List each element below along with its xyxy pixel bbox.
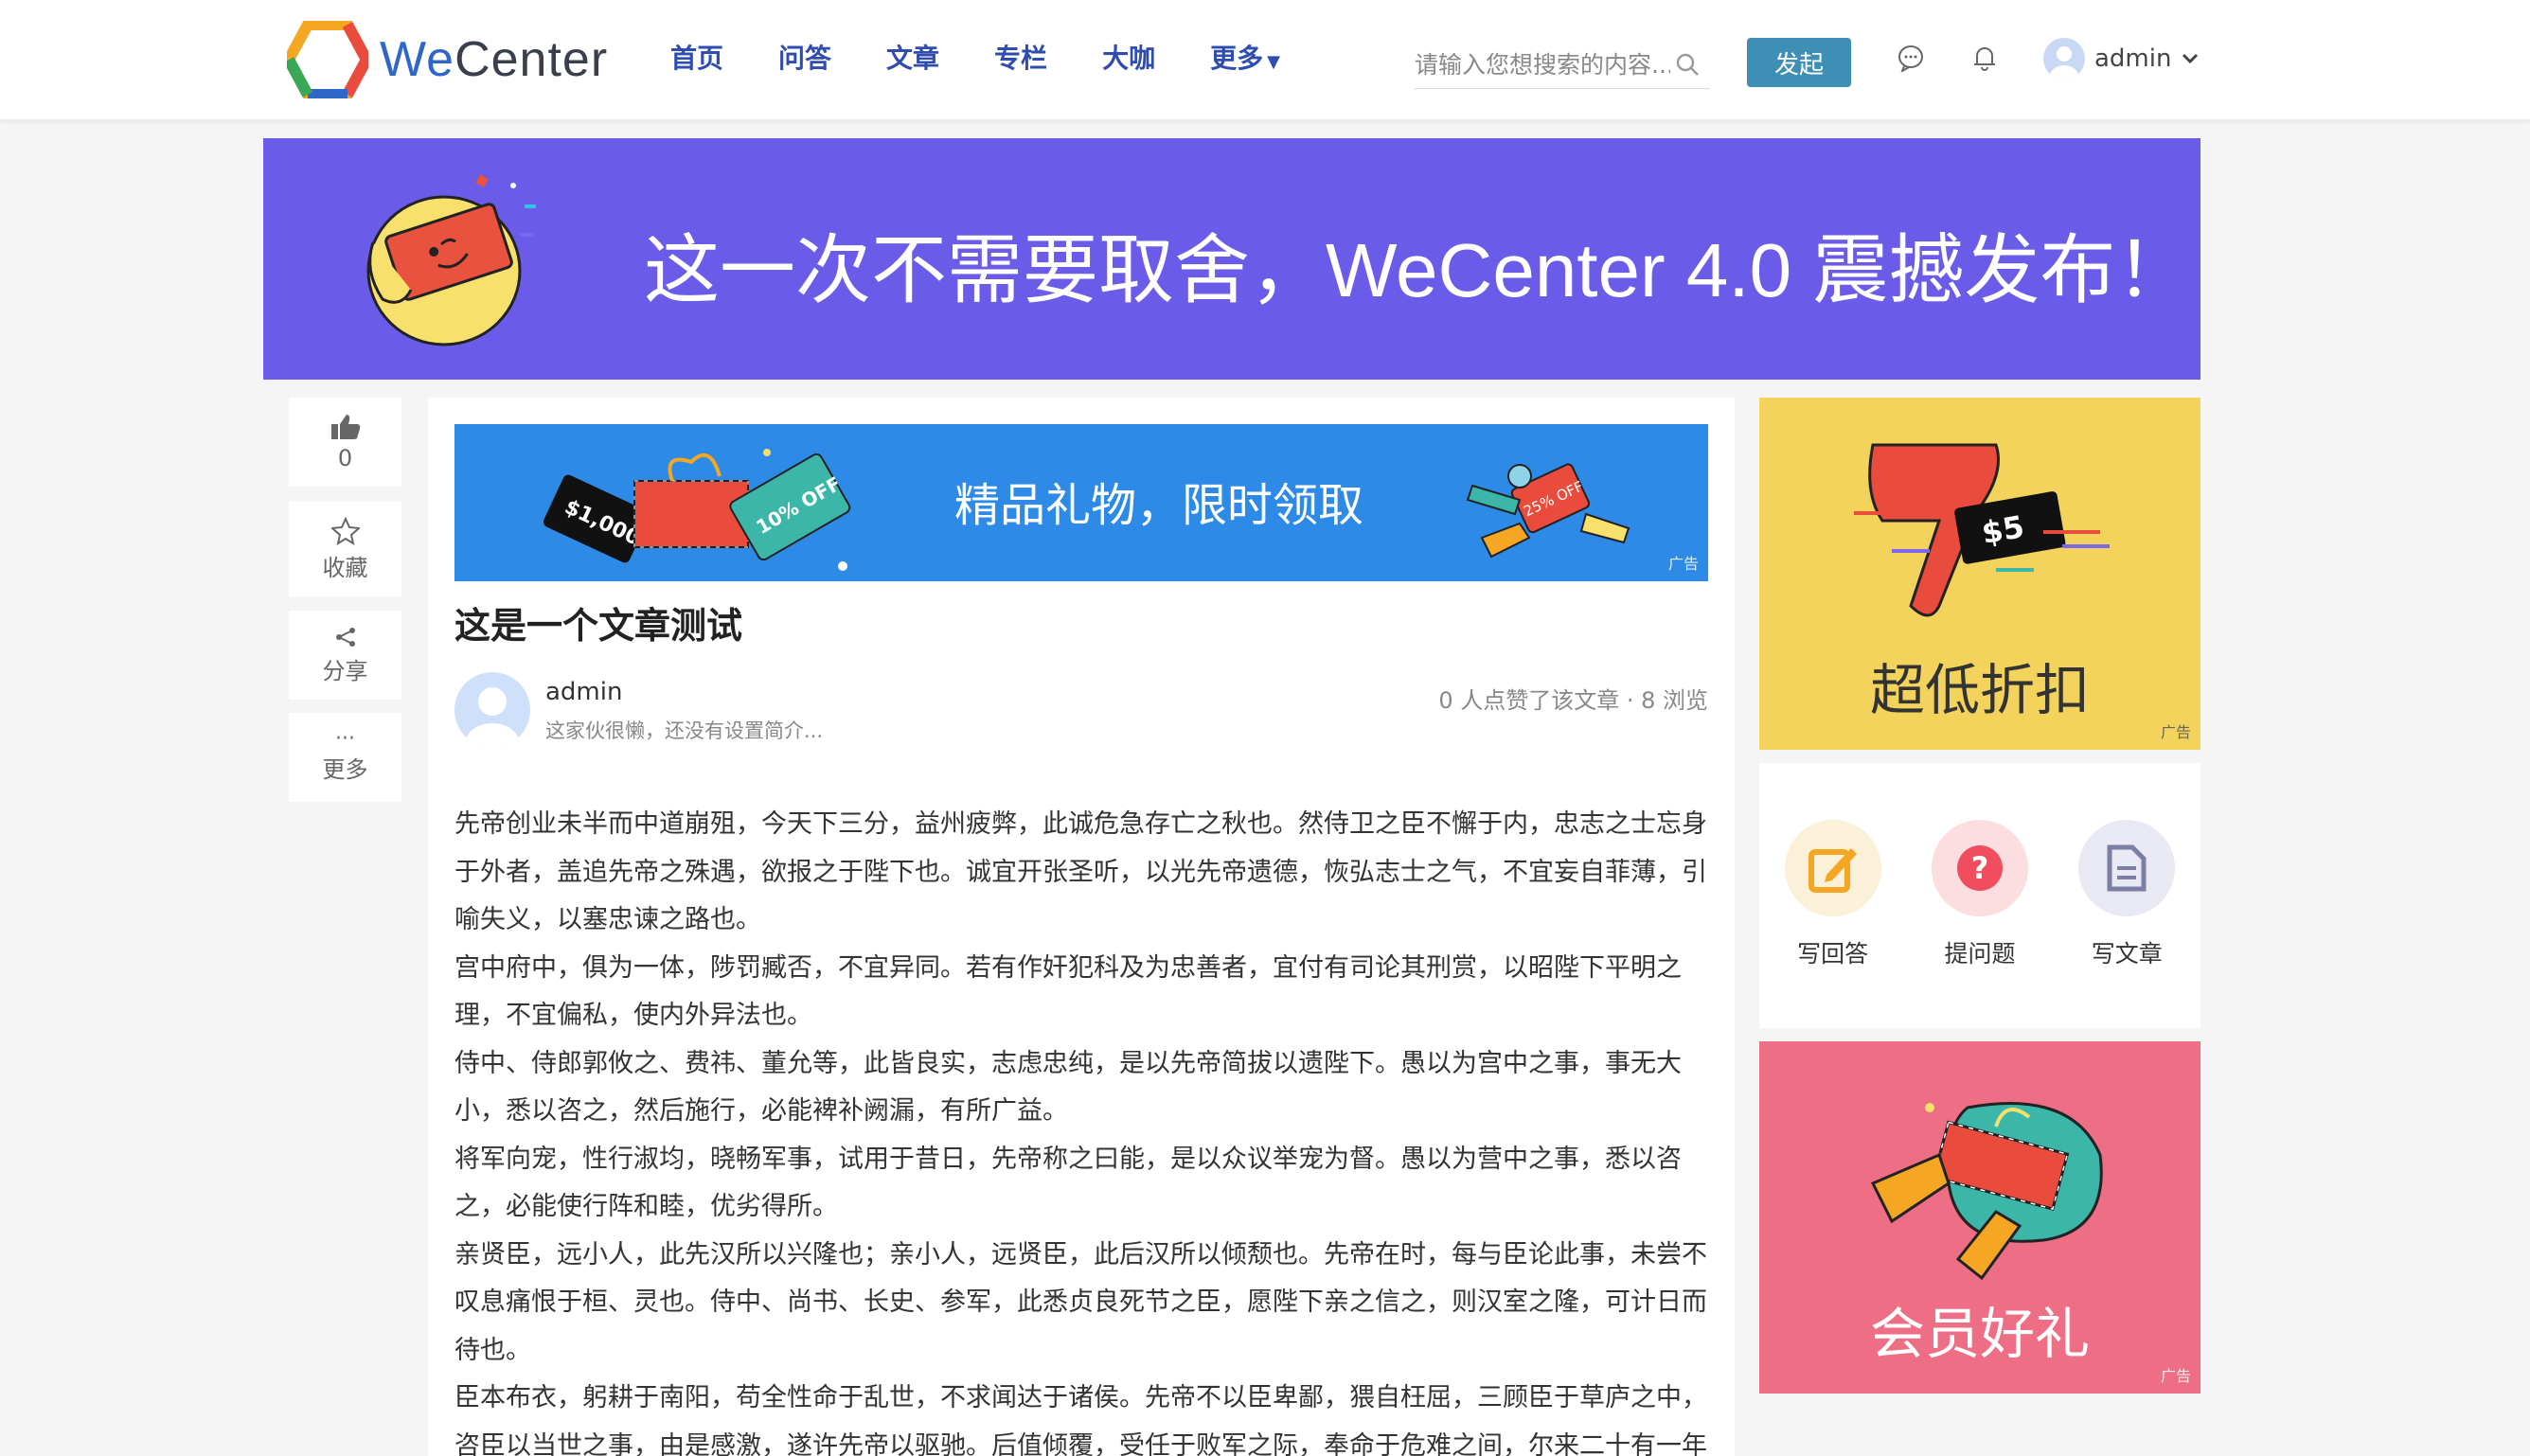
nav-experts[interactable]: 大咖 [1102, 38, 1155, 76]
logo-hexagon-icon [287, 21, 368, 98]
nav-home[interactable]: 首页 [670, 38, 723, 76]
more-label: 更多 [322, 755, 368, 783]
paragraph: 将军向宠，性行淑均，晓畅军事，试用于昔日，先帝称之曰能，是以众议举宠为督。愚以为… [454, 1144, 1682, 1222]
svg-text:?: ? [1971, 850, 1989, 886]
author-name[interactable]: admin [545, 678, 622, 706]
discount-ad-text: 超低折扣 [1869, 658, 2090, 722]
article-body: 先帝创业未半而中道崩殂，今天下三分，益州疲弊，此诚危急存亡之秋也。然侍卫之臣不懈… [454, 801, 1714, 1456]
document-icon [2107, 844, 2147, 892]
ticket-illustration [366, 174, 536, 346]
quick-actions: 写回答 ? 提问题 写文章 [1759, 763, 2200, 1028]
main-nav: 首页 问答 文章 专栏 大咖 更多 ▼ [670, 38, 1335, 76]
ask-question-label: 提问题 [1944, 940, 2016, 968]
discount-illustration: $5 [1854, 443, 2110, 617]
ad-tag: 广告 [1667, 555, 1699, 573]
paragraph: 臣本布衣，躬耕于南阳，苟全性命于乱世，不求闻达于诸侯。先帝不以臣卑鄙，猥自枉屈，… [454, 1383, 1707, 1456]
question-icon-circle: ? [1931, 820, 2028, 916]
paragraph: 亲贤臣，远小人，此先汉所以兴隆也；亲小人，远贤臣，此后汉所以倾颓也。先帝在时，每… [454, 1239, 1707, 1365]
gift-ad-text: 精品礼物，限时领取 [954, 479, 1364, 532]
nav-qa[interactable]: 问答 [778, 38, 831, 76]
write-article-button[interactable]: 写文章 [2060, 820, 2193, 969]
author-avatar[interactable] [454, 672, 530, 748]
share-label: 分享 [322, 657, 368, 684]
like-count: 0 [337, 445, 353, 471]
ask-question-button[interactable]: ? 提问题 [1914, 820, 2046, 969]
top-header: WeCenter 首页 问答 文章 专栏 大咖 更多▼ 发起 admin [0, 0, 2530, 119]
search-input[interactable] [1415, 51, 1670, 79]
write-article-label: 写文章 [2091, 940, 2163, 968]
logo-text: WeCenter [380, 31, 608, 88]
chevron-down-icon [2183, 53, 2199, 64]
more-button[interactable]: ··· 更多 [289, 713, 401, 802]
share-icon [335, 627, 355, 647]
nav-articles[interactable]: 文章 [886, 38, 939, 76]
paragraph: 先帝创业未半而中道崩殂，今天下三分，益州疲弊，此诚危急存亡之秋也。然侍卫之臣不懈… [454, 809, 1707, 934]
nav-more-label: 更多 [1210, 43, 1264, 74]
member-gift-ad[interactable]: 会员好礼 广告 [1759, 1041, 2200, 1394]
caret-down-icon: ▼ [1267, 52, 1280, 72]
member-gift-illustration [1870, 1102, 2103, 1281]
coupon-five: $5 [1979, 508, 2026, 551]
ad-tag: 广告 [2160, 723, 2191, 741]
thumbs-up-icon [330, 415, 360, 439]
collect-label: 收藏 [322, 554, 368, 581]
write-answer-label: 写回答 [1797, 940, 1869, 968]
more-dots-icon: ··· [335, 726, 355, 751]
member-gift-text: 会员好礼 [1869, 1302, 2090, 1366]
username: admin [2094, 44, 2172, 73]
site-logo[interactable]: WeCenter [287, 21, 608, 98]
paragraph: 宫中府中，俱为一体，陟罚臧否，不宜异同。若有作奸犯科及为忠善者，宜付有司论其刑赏… [454, 952, 1682, 1031]
user-avatar [2043, 38, 2085, 80]
article-stats: 0 人点赞了该文章 · 8 浏览 [1438, 687, 1708, 714]
search-box [1415, 42, 1710, 89]
share-button[interactable]: 分享 [289, 611, 401, 700]
logo-we: We [380, 32, 455, 87]
write-answer-button[interactable]: 写回答 [1767, 820, 1899, 969]
hands-coupon-illustration: 25% OFF [1466, 463, 1630, 559]
user-menu[interactable]: admin [2043, 38, 2200, 80]
logo-center: Center [454, 32, 609, 87]
article-card: $1,000 10% OFF 精品礼物，限时领取 25% OFF 广告 这是一个… [428, 398, 1735, 1456]
collect-button[interactable]: 收藏 [289, 502, 401, 596]
launch-button[interactable]: 发起 [1747, 38, 1851, 87]
edit-icon [1808, 848, 1857, 893]
gift-banner-ad[interactable]: $1,000 10% OFF 精品礼物，限时领取 25% OFF 广告 [454, 424, 1708, 581]
author-bio: 这家伙很懒，还没有设置简介... [545, 719, 824, 742]
nav-columns[interactable]: 专栏 [994, 38, 1047, 76]
top-banner-ad[interactable]: 这一次不需要取舍，WeCenter 4.0 震撼发布！ [263, 138, 2200, 380]
gift-coupon-illustration: $1,000 10% OFF [543, 449, 851, 571]
edit-icon-circle [1784, 820, 1881, 916]
banner-headline: 这一次不需要取舍，WeCenter 4.0 震撼发布！ [644, 228, 2192, 312]
author-info: admin 这家伙很懒，还没有设置简介... 0 人点赞了该文章 · 8 浏览 [454, 672, 1708, 748]
search-icon[interactable] [1674, 51, 1701, 78]
ad-tag: 广告 [2160, 1367, 2191, 1385]
bell-icon[interactable] [1971, 44, 1998, 72]
message-icon[interactable] [1897, 44, 1925, 72]
discount-ad[interactable]: $5 超低折扣 广告 [1759, 398, 2200, 750]
question-icon: ? [1956, 845, 2003, 891]
nav-more[interactable]: 更多 ▼ [1210, 38, 1280, 76]
star-icon [330, 516, 360, 545]
document-icon-circle [2078, 820, 2176, 916]
paragraph: 侍中、侍郎郭攸之、费祎、董允等，此皆良实，志虑忠纯，是以先帝简拔以遗陛下。愚以为… [454, 1048, 1682, 1127]
article-title: 这是一个文章测试 [454, 605, 743, 647]
like-button[interactable]: 0 [289, 398, 401, 487]
